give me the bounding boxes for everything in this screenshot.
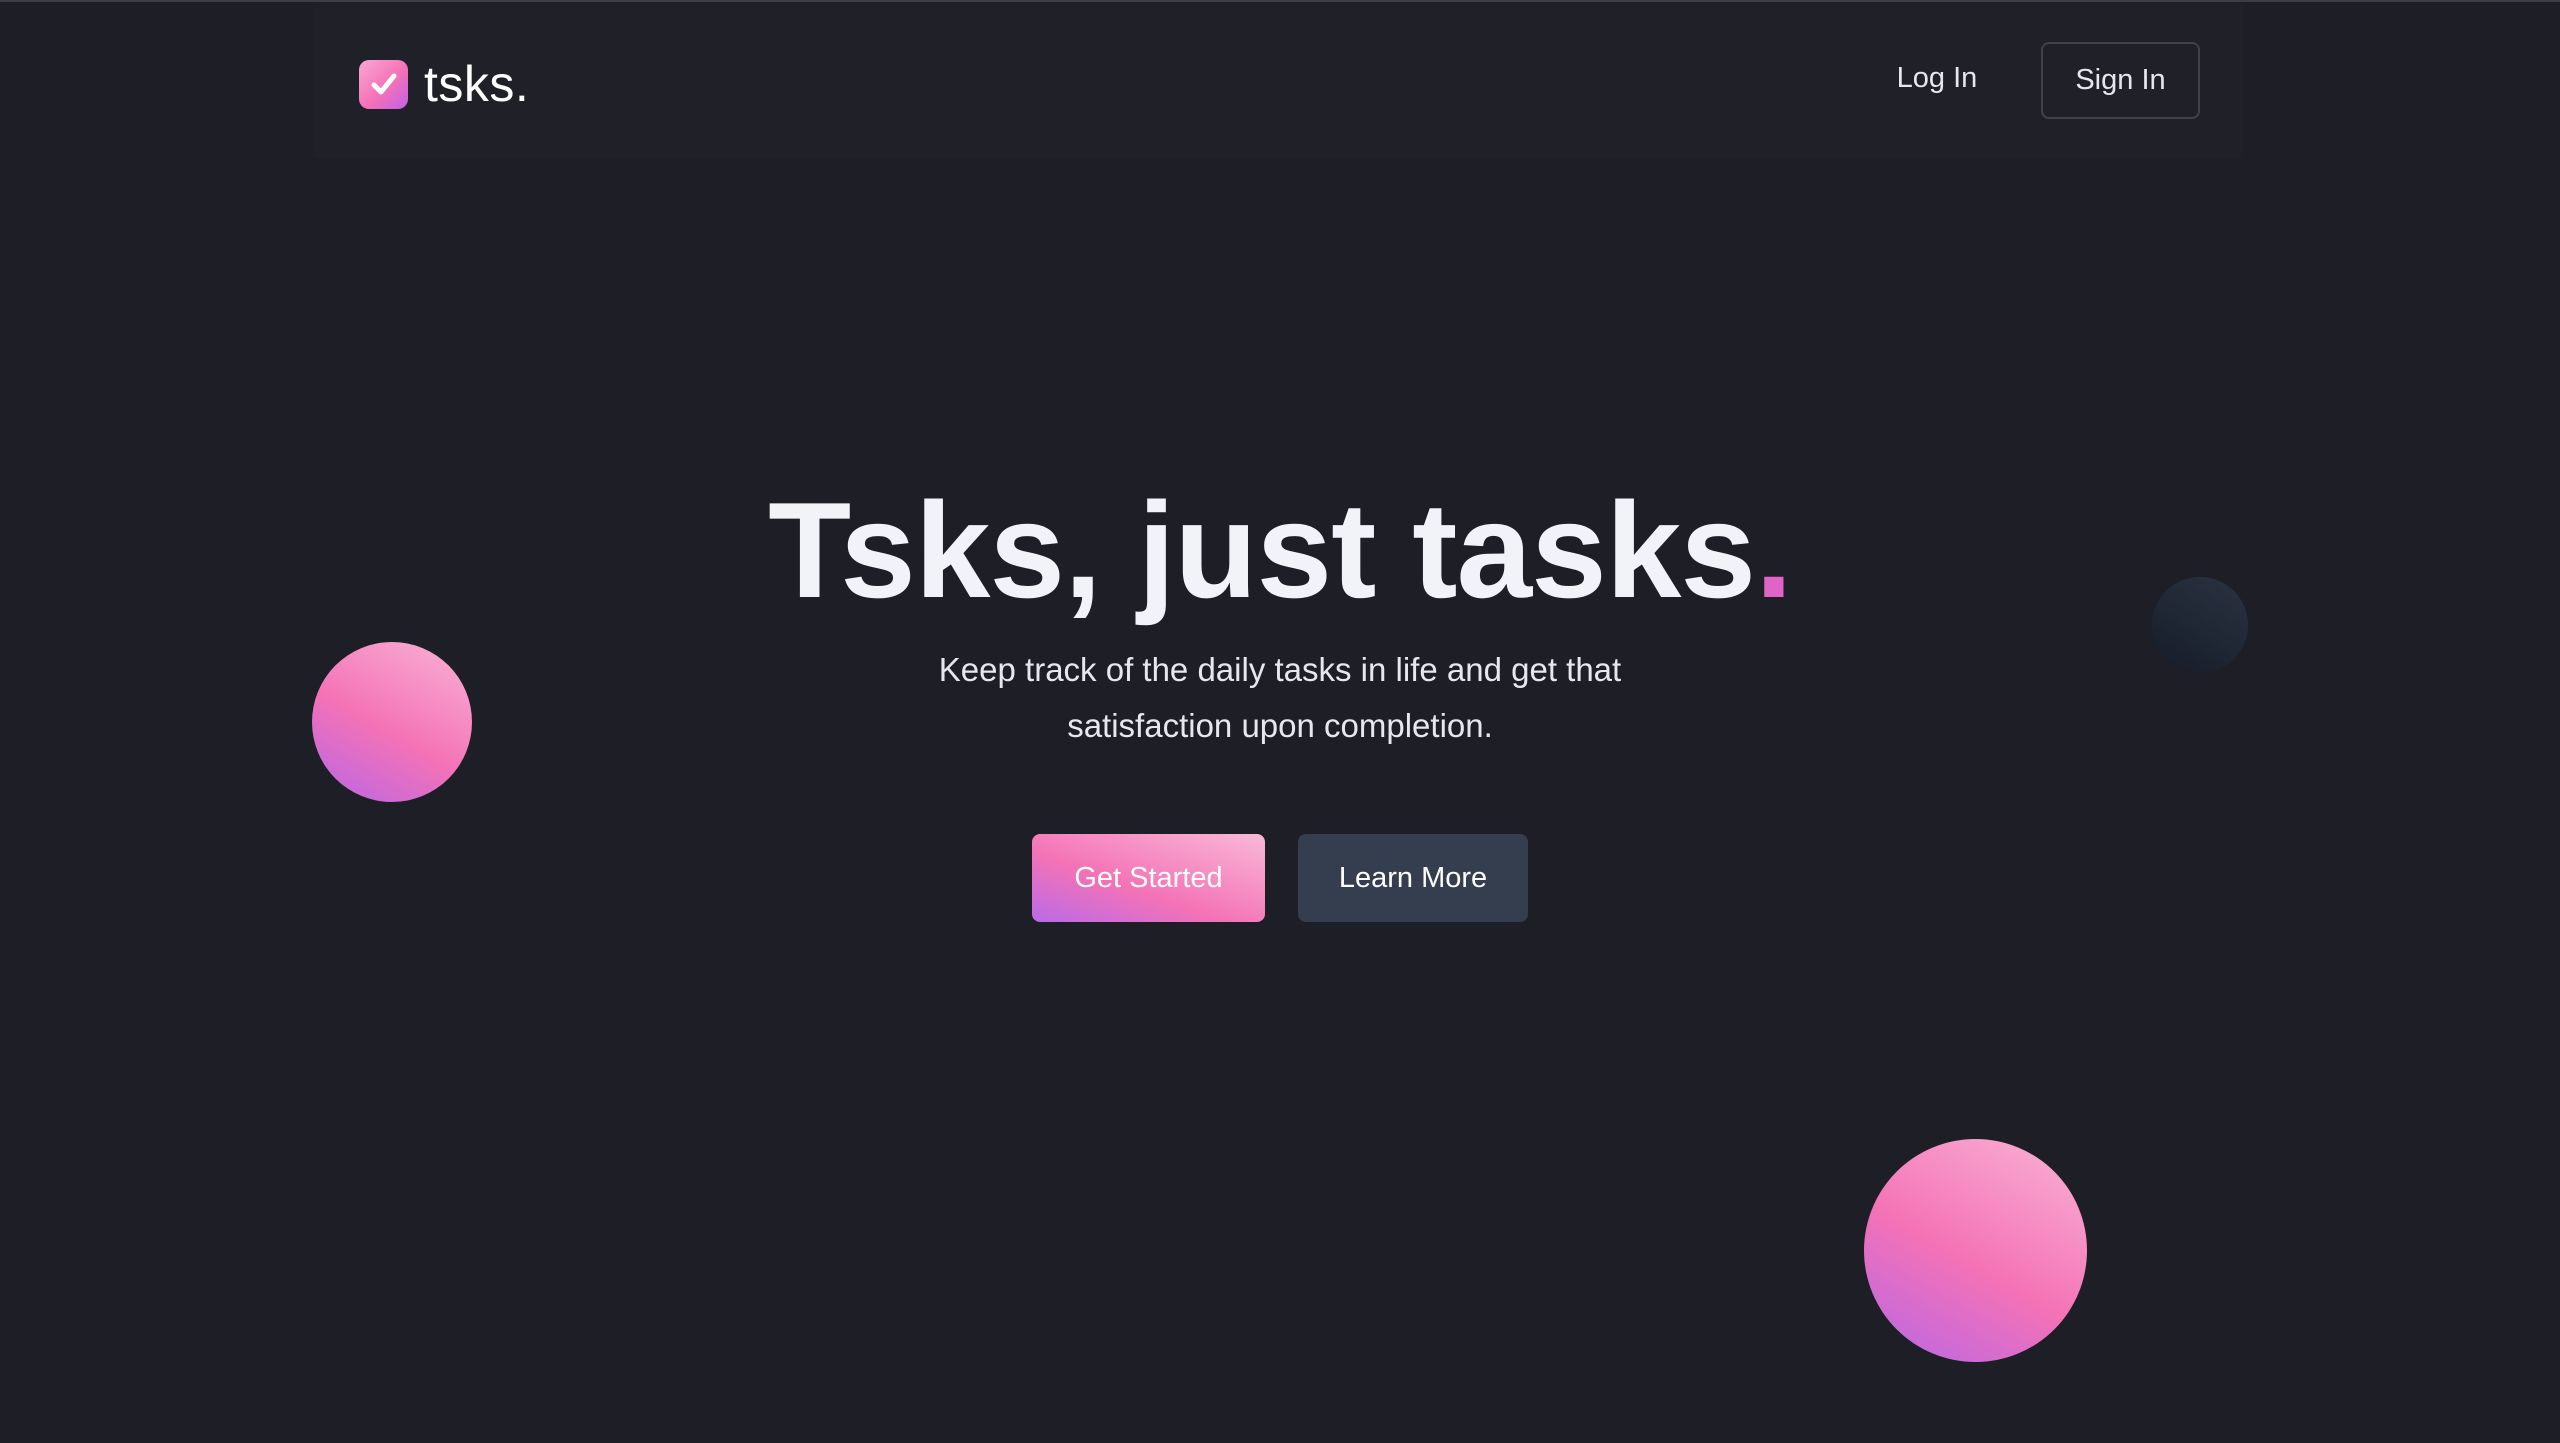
hero-subtitle: Keep track of the daily tasks in life an… <box>938 651 1622 744</box>
brand-name: tsks. <box>424 56 530 112</box>
signin-button[interactable]: Sign In <box>2041 42 2200 119</box>
hero-title-text: Tsks, just tasks <box>768 474 1756 626</box>
decorative-pink-circle-bottom <box>1864 1139 2087 1362</box>
hero-title: Tsks, just tasks. <box>0 470 2560 630</box>
get-started-button[interactable]: Get Started <box>1032 834 1265 922</box>
checkbox-check-icon <box>359 59 408 109</box>
decorative-pink-circle-left <box>312 642 472 802</box>
login-link[interactable]: Log In <box>1872 52 2002 104</box>
landing-page: tsks. Log In Sign In Tsks, just tasks. K… <box>0 0 2560 1443</box>
brand-logo[interactable]: tsks. <box>359 55 529 113</box>
hero-title-dot: . <box>1755 474 1793 626</box>
learn-more-button[interactable]: Learn More <box>1298 834 1528 922</box>
top-border <box>0 0 2560 2</box>
